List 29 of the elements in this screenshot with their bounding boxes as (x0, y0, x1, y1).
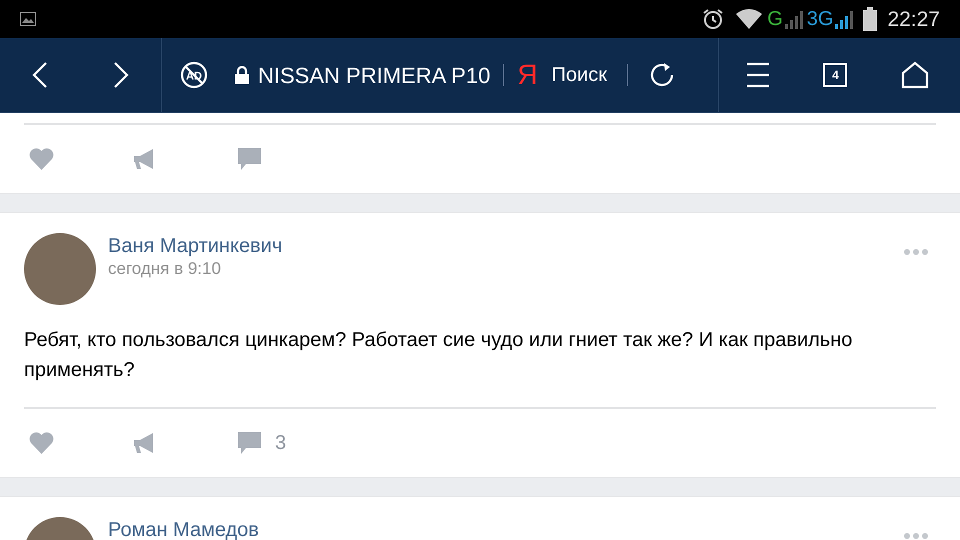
battery-icon (863, 7, 878, 31)
forward-icon[interactable] (112, 61, 129, 89)
clock: 22:27 (887, 8, 940, 30)
image-icon (20, 12, 36, 26)
network-label: G (767, 9, 783, 29)
comment-icon[interactable] (238, 148, 261, 170)
alarm-icon (701, 7, 726, 31)
back-icon[interactable] (32, 61, 48, 89)
like-icon[interactable] (29, 432, 54, 454)
author-name[interactable]: Ваня Мартинкевич (108, 234, 904, 258)
signal-icon (782, 9, 805, 29)
author-name[interactable]: Роман Мамедов (108, 518, 904, 540)
post-text: Ребят, кто пользовался цинкарем? Работает сие чудо или гниет так же? И как правильно применять? (23, 328, 854, 383)
home-icon[interactable] (901, 61, 930, 89)
more-icon[interactable] (904, 533, 928, 539)
tabs-button[interactable]: 4 (823, 63, 848, 87)
signal-icon (833, 9, 856, 29)
wifi-icon (735, 8, 764, 30)
lock-icon (234, 66, 250, 84)
comment-count: 3 (275, 431, 286, 456)
like-icon[interactable] (29, 148, 54, 170)
address-text[interactable]: NISSAN PRIMERA P10 (258, 58, 490, 92)
more-icon[interactable] (904, 249, 928, 255)
search-label[interactable]: Поиск (552, 60, 607, 90)
search-engine-logo: Я (517, 61, 538, 89)
menu-icon[interactable] (746, 62, 770, 88)
post-time: сегодня в 9:10 (108, 258, 222, 280)
comment-icon[interactable] (238, 432, 261, 454)
network-label: 3G (806, 9, 834, 29)
